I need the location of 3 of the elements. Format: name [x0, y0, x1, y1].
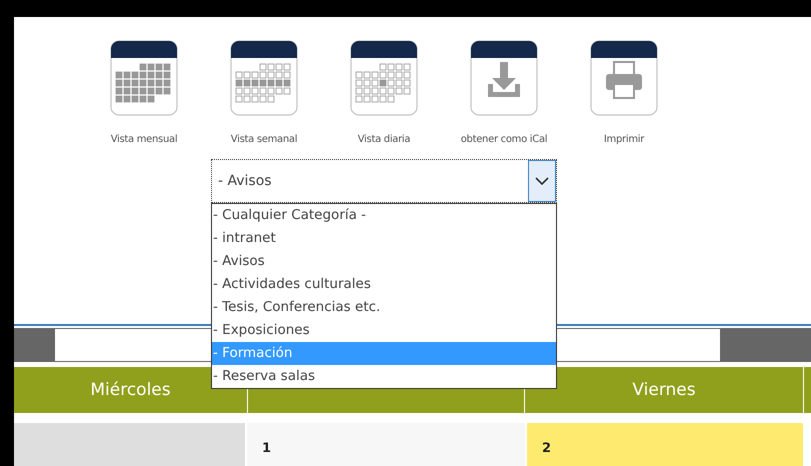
day-number: 1	[262, 441, 272, 456]
column-header: Viernes	[525, 367, 803, 413]
day-number: 2	[542, 441, 552, 456]
